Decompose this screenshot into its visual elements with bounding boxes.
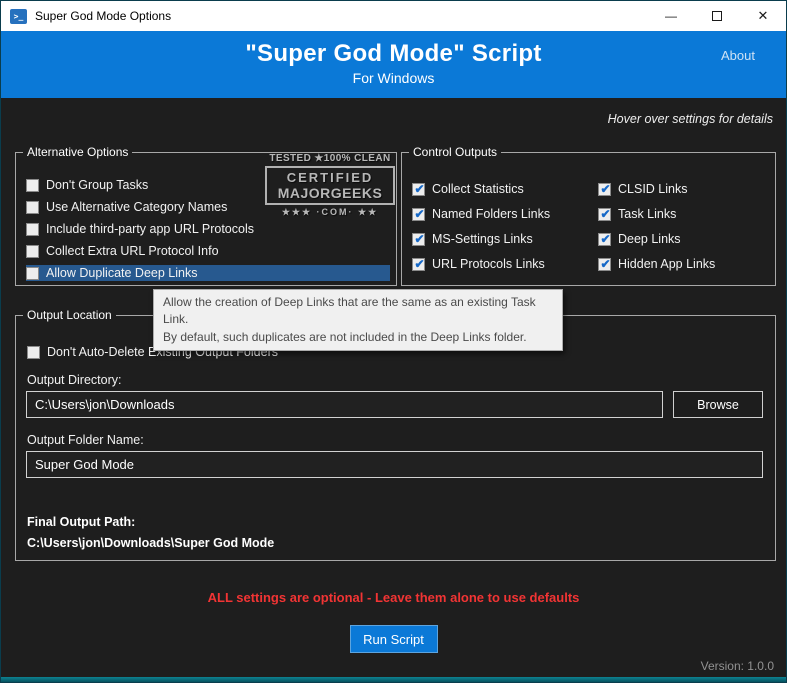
- checkbox-task-links[interactable]: Task Links: [598, 206, 715, 222]
- checkbox-label: MS-Settings Links: [432, 232, 533, 246]
- page-subtitle: For Windows: [1, 70, 786, 86]
- maximize-button[interactable]: [694, 1, 740, 31]
- checkbox-dont-group-tasks[interactable]: Don't Group Tasks: [26, 177, 390, 193]
- checkbox-label: Include third-party app URL Protocols: [46, 222, 254, 236]
- checkbox-icon: [598, 208, 611, 221]
- checkbox-label: Allow Duplicate Deep Links: [46, 266, 197, 280]
- tooltip-line: By default, such duplicates are not incl…: [163, 329, 553, 346]
- version-label: Version: 1.0.0: [701, 659, 774, 673]
- window-title: Super God Mode Options: [35, 9, 171, 23]
- checkbox-icon: [412, 258, 425, 271]
- output-folder-name-label: Output Folder Name:: [27, 433, 144, 447]
- checkbox-icon: [598, 258, 611, 271]
- minimize-button[interactable]: —: [648, 1, 694, 31]
- checkbox-icon: [26, 179, 39, 192]
- close-button[interactable]: ✕: [740, 1, 786, 31]
- hover-hint-text: Hover over settings for details: [608, 112, 773, 126]
- alternative-options-group: Alternative Options Don't Group Tasks Us…: [15, 152, 397, 286]
- control-outputs-group: Control Outputs Collect Statistics Named…: [401, 152, 776, 286]
- checkbox-named-folders-links[interactable]: Named Folders Links: [412, 206, 550, 222]
- powershell-app-icon: >_: [10, 9, 27, 24]
- output-folder-name-input[interactable]: [26, 451, 763, 478]
- checkbox-icon: [26, 201, 39, 214]
- settings-optional-warning: ALL settings are optional - Leave them a…: [1, 590, 786, 605]
- checkbox-icon: [598, 233, 611, 246]
- close-icon: ✕: [758, 8, 769, 24]
- checkbox-allow-duplicate-deep-links[interactable]: Allow Duplicate Deep Links: [26, 265, 390, 281]
- checkbox-icon: [412, 208, 425, 221]
- run-script-button[interactable]: Run Script: [350, 625, 438, 653]
- checkbox-alt-category-names[interactable]: Use Alternative Category Names: [26, 199, 390, 215]
- title-bar: >_ Super God Mode Options — ✕: [1, 1, 786, 31]
- checkbox-icon: [26, 267, 39, 280]
- about-link[interactable]: About: [721, 48, 755, 63]
- checkbox-collect-statistics[interactable]: Collect Statistics: [412, 181, 550, 197]
- app-window: >_ Super God Mode Options — ✕ "Super God…: [0, 0, 787, 683]
- alternative-options-label: Alternative Options: [23, 145, 132, 159]
- final-output-path-label: Final Output Path:: [27, 515, 135, 529]
- output-directory-input[interactable]: [26, 391, 663, 418]
- maximize-icon: [712, 11, 722, 21]
- output-directory-label: Output Directory:: [27, 373, 121, 387]
- checkbox-hidden-app-links[interactable]: Hidden App Links: [598, 256, 715, 272]
- checkbox-label: Named Folders Links: [432, 207, 550, 221]
- window-controls: — ✕: [648, 1, 786, 31]
- app-header: "Super God Mode" Script For Windows Abou…: [1, 31, 786, 98]
- checkbox-icon: [26, 245, 39, 258]
- checkbox-icon: [412, 183, 425, 196]
- checkbox-url-protocols-links[interactable]: URL Protocols Links: [412, 256, 550, 272]
- checkbox-icon: [598, 183, 611, 196]
- checkbox-clsid-links[interactable]: CLSID Links: [598, 181, 715, 197]
- checkbox-icon: [412, 233, 425, 246]
- browse-button[interactable]: Browse: [673, 391, 763, 418]
- checkbox-icon: [27, 346, 40, 359]
- checkbox-collect-extra-url-info[interactable]: Collect Extra URL Protocol Info: [26, 243, 390, 259]
- window-bottom-border: [1, 677, 786, 682]
- checkbox-label: Deep Links: [618, 232, 681, 246]
- page-title: "Super God Mode" Script: [1, 31, 786, 68]
- output-location-label: Output Location: [23, 308, 116, 322]
- checkbox-label: Use Alternative Category Names: [46, 200, 227, 214]
- checkbox-label: Don't Group Tasks: [46, 178, 148, 192]
- checkbox-label: Task Links: [618, 207, 676, 221]
- checkbox-label: Collect Extra URL Protocol Info: [46, 244, 219, 258]
- checkbox-deep-links[interactable]: Deep Links: [598, 231, 715, 247]
- checkbox-label: CLSID Links: [618, 182, 687, 196]
- checkbox-icon: [26, 223, 39, 236]
- checkbox-label: Collect Statistics: [432, 182, 524, 196]
- checkbox-label: Hidden App Links: [618, 257, 715, 271]
- output-location-group: Output Location Don't Auto-Delete Existi…: [15, 315, 776, 561]
- tooltip-line: Allow the creation of Deep Links that ar…: [163, 294, 553, 329]
- checkbox-label: URL Protocols Links: [432, 257, 545, 271]
- final-output-path-value: C:\Users\jon\Downloads\Super God Mode: [27, 536, 274, 550]
- deep-links-tooltip: Allow the creation of Deep Links that ar…: [153, 289, 563, 351]
- control-outputs-label: Control Outputs: [409, 145, 501, 159]
- checkbox-ms-settings-links[interactable]: MS-Settings Links: [412, 231, 550, 247]
- minimize-icon: —: [665, 9, 677, 23]
- checkbox-third-party-url-protocols[interactable]: Include third-party app URL Protocols: [26, 221, 390, 237]
